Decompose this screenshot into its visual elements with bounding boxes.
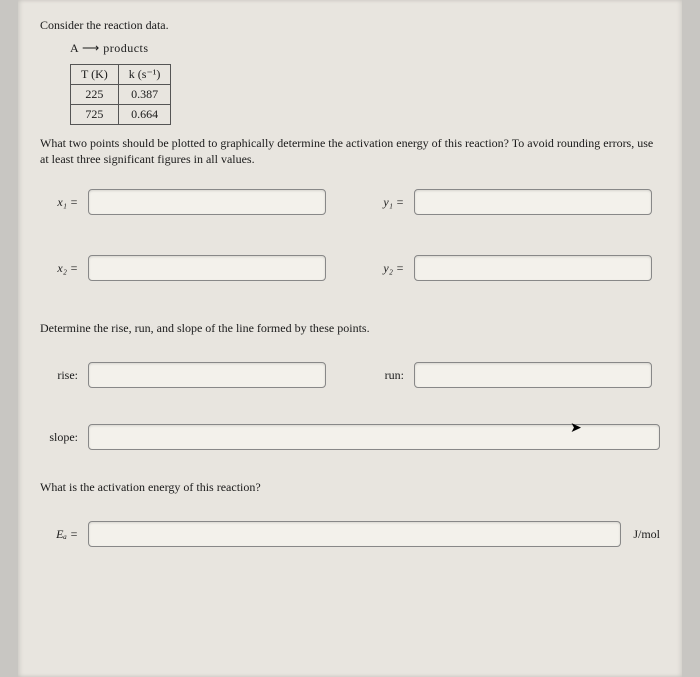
question-points: What two points should be plotted to gra… [40,135,660,167]
input-rise[interactable] [88,362,326,388]
reaction-data-table: T (K) k (s⁻¹) 225 0.387 725 0.664 [70,64,171,125]
header-temperature: T (K) [71,65,119,85]
label-ea: Eₐ = [40,527,82,542]
input-slope[interactable] [88,424,660,450]
row-slope: slope: [40,424,660,450]
label-x1: x₁ = [40,195,82,210]
table-row: 725 0.664 [71,105,171,125]
cell-k1: 0.387 [118,85,171,105]
input-y2[interactable] [414,255,652,281]
row-activation-energy: Eₐ = J/mol [40,521,660,547]
label-y2: y₂ = [366,261,408,276]
cell-T2: 725 [71,105,119,125]
worksheet-page: Consider the reaction data. A ⟶ products… [18,0,682,677]
unit-jmol: J/mol [633,527,660,542]
table-header-row: T (K) k (s⁻¹) [71,65,171,85]
input-x2[interactable] [88,255,326,281]
question-activation-energy: What is the activation energy of this re… [40,480,660,495]
row-rise-run: rise: run: [40,362,660,388]
row-point1: x₁ = y₁ = [40,189,660,215]
label-x2: x₂ = [40,261,82,276]
label-run: run: [366,368,408,383]
intro-text: Consider the reaction data. [40,18,660,33]
cell-T1: 225 [71,85,119,105]
label-rise: rise: [40,368,82,383]
row-point2: x₂ = y₂ = [40,255,660,281]
input-ea[interactable] [88,521,621,547]
header-rate-constant: k (s⁻¹) [118,65,171,85]
input-y1[interactable] [414,189,652,215]
reaction-equation: A ⟶ products [70,41,660,56]
cell-k2: 0.664 [118,105,171,125]
label-y1: y₁ = [366,195,408,210]
label-slope: slope: [40,430,82,445]
input-run[interactable] [414,362,652,388]
input-x1[interactable] [88,189,326,215]
table-row: 225 0.387 [71,85,171,105]
determine-text: Determine the rise, run, and slope of th… [40,321,660,336]
